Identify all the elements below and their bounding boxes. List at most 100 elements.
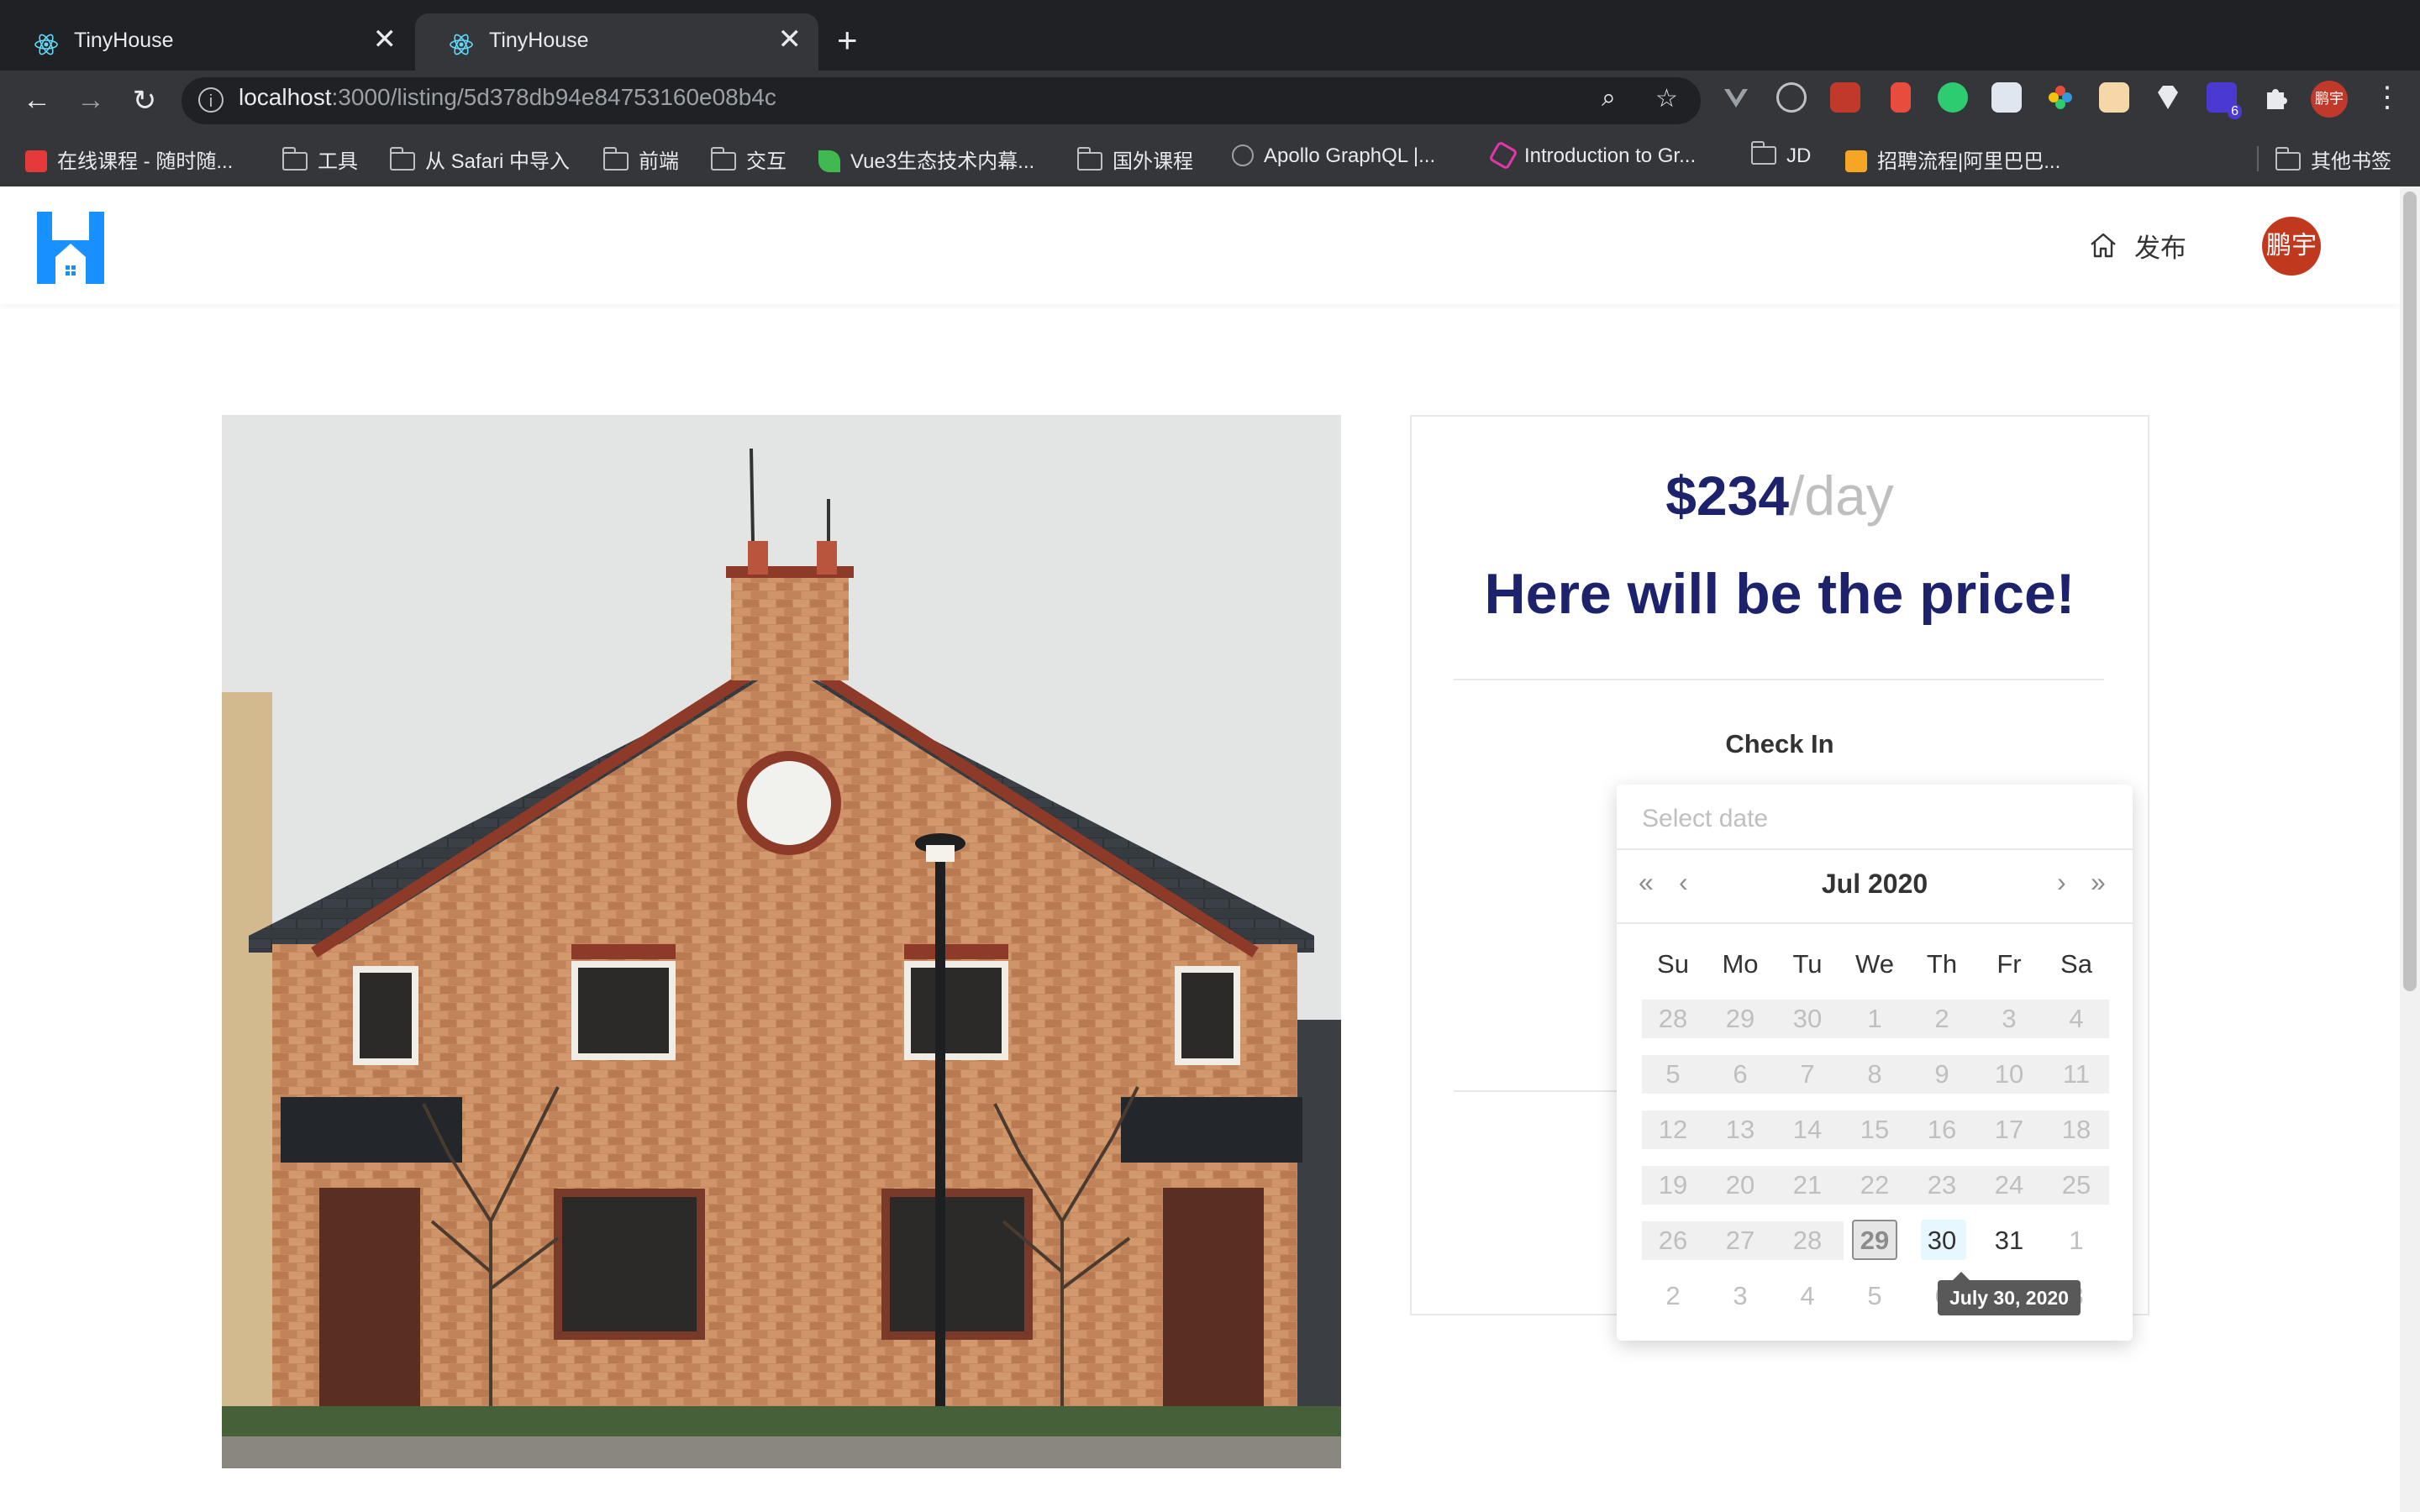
bookmark-item[interactable]: Apollo GraphQL |... [1232,144,1435,168]
leaf-icon [818,150,840,172]
evernote-icon[interactable] [1938,82,1968,113]
date-cell[interactable]: 31 [1976,1221,2042,1260]
extension-window-icon[interactable] [1991,82,2022,113]
date-cell: 19 [1658,1170,1688,1200]
price-amount: $234 [1665,465,1790,527]
bookmark-label: 前端 [639,150,679,173]
date-cell-hovered[interactable]: 30 [1909,1221,1975,1260]
date-cell: 11 [2062,1059,2091,1089]
folder-icon [1750,141,1776,165]
user-avatar[interactable]: 鹏宇 [2262,217,2321,276]
site-info-icon[interactable]: i [198,87,224,113]
tab-title: TinyHouse [489,29,589,52]
date-cell: 26 [1658,1226,1688,1255]
url-host: localhost [239,84,332,110]
weekday-header: Mo [1722,949,1759,979]
datepicker-month-label[interactable]: Jul 2020 [1617,869,2133,900]
date-cell: 17 [1994,1115,2024,1144]
bookmark-label: 在线课程 - 随时随... [57,150,234,173]
date-cell: 15 [1860,1115,1890,1144]
date-cell[interactable]: 3 [1707,1277,1773,1315]
extensions-puzzle-icon[interactable] [2260,82,2291,113]
date-cell: 3 [2002,1004,2017,1033]
extension-target-icon[interactable] [1776,82,1807,113]
scrollbar-thumb[interactable] [2403,192,2417,991]
bookmark-item[interactable]: 招聘流程|阿里巴巴... [1845,144,2060,174]
reload-button[interactable]: ↻ [126,84,163,118]
browser-profile-avatar[interactable]: 鹏宇 [2311,81,2348,118]
bookmark-label: 招聘流程|阿里巴巴... [1877,150,2061,173]
bookmark-folder[interactable]: 从 Safari 中导入 [389,144,570,174]
bookmark-label: 其他书签 [2311,150,2391,173]
bookmarks-divider [2257,146,2259,171]
back-button[interactable]: ← [18,84,55,117]
tab-close-icon[interactable]: ✕ [373,25,397,54]
date-cell[interactable]: 5 [1842,1277,1907,1315]
browser-tab-1[interactable]: TinyHouse ✕ [0,13,413,71]
folder-icon [1076,147,1102,171]
date-cell: 25 [2061,1170,2091,1200]
forward-button[interactable]: → [72,84,109,117]
vue-devtools-icon[interactable] [1721,82,1751,113]
tab-close-icon[interactable]: ✕ [778,25,802,54]
extension-face-icon[interactable] [2099,82,2129,113]
weekday-header: Sa [2060,949,2092,979]
url-text[interactable]: localhost:3000/listing/5d378db94e8475316… [239,84,776,111]
weekday-header: Tu [1792,949,1823,979]
browser-tab-2-active[interactable]: TinyHouse ✕ [415,13,818,71]
folder-icon [2275,147,2301,171]
tinyhouse-logo[interactable] [37,212,104,284]
bookmark-folder-other[interactable]: 其他书签 [2275,144,2391,174]
bookmark-label: 交互 [746,150,786,173]
weekday-header: We [1855,949,1894,979]
date-cell: 2 [1934,1004,1949,1033]
date-cell[interactable]: 4 [1775,1277,1840,1315]
date-cell[interactable]: 2 [1640,1277,1706,1315]
folder-icon [602,147,629,171]
extension-badge-icon[interactable]: 6 [2207,82,2242,119]
listing-price: $234/day [1410,464,2149,528]
new-tab-button[interactable]: + [837,20,858,60]
date-cell: 4 [2069,1004,2084,1033]
bookmark-item[interactable]: Introduction to Gr... [1488,140,1697,171]
extension-diamond-icon[interactable] [2153,82,2183,113]
browser-menu-icon[interactable]: ⋮ [2373,81,2402,114]
listing-image [222,415,1341,1468]
card-divider [1454,679,2104,680]
datepicker-input[interactable]: Select date [1642,805,1768,833]
folder-icon [389,147,415,171]
date-cell: 28 [1658,1004,1688,1033]
host-link[interactable]: 发布 [2134,227,2186,265]
bookmark-label: 工具 [318,150,358,173]
react-favicon-icon [34,34,58,55]
date-cell: 12 [1658,1115,1688,1144]
zoom-icon[interactable]: ⌕ [1602,84,1616,113]
date-cell: 10 [1994,1059,2024,1089]
extension-pinwheel-icon[interactable] [2045,82,2075,113]
next-year-button[interactable]: » [2091,867,2106,898]
bookmark-folder[interactable]: 工具 [281,144,358,174]
date-cell: 29 [1725,1004,1755,1033]
bookmark-label: Introduction to Gr... [1524,144,1697,167]
check-in-label: Check In [1725,729,1834,759]
date-cell: 5 [1665,1059,1681,1089]
date-cell[interactable]: 1 [2044,1221,2109,1260]
booking-title: Here will be the price! [1484,562,2075,626]
bookmark-star-icon[interactable]: ☆ [1655,84,1678,113]
extension-red-icon[interactable] [1891,82,1911,113]
bookmark-item[interactable]: 在线课程 - 随时随... [25,144,233,174]
datepicker-divider [1617,922,2133,924]
bookmark-item[interactable]: Vue3生态技术内幕... [818,144,1034,174]
extension-bug-icon[interactable] [1830,82,1860,113]
bookmark-folder[interactable]: 交互 [710,144,786,174]
bookmark-folder[interactable]: JD [1750,141,1811,168]
url-path: :3000/listing/5d378db94e84753160e08b4c [331,84,776,110]
bookmark-label: 国外课程 [1113,150,1193,173]
bookmark-folder[interactable]: 前端 [602,144,679,174]
date-cell: 8 [1867,1059,1882,1089]
bookmark-folder[interactable]: 国外课程 [1076,144,1193,174]
next-month-button[interactable]: › [2057,867,2066,898]
date-cell: 22 [1860,1170,1890,1200]
date-tooltip: July 30, 2020 [1938,1272,2081,1315]
date-cell: 6 [1733,1059,1748,1089]
